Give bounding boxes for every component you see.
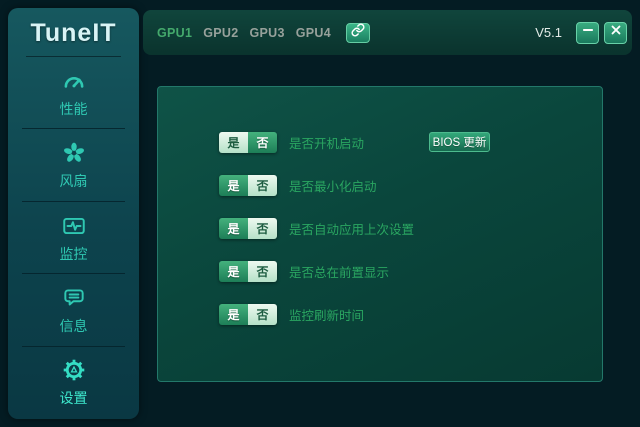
sidebar-item-settings[interactable]: 设置 [8,347,139,419]
gpu-link-button[interactable] [346,22,370,43]
toggle-yes-button[interactable]: 是 [219,175,248,196]
setting-label: 是否自动应用上次设置 [289,223,415,237]
setting-label: 监控刷新时间 [289,309,365,323]
sidebar-item-monitor[interactable]: 监控 [8,202,139,275]
minimize-button[interactable] [576,21,599,44]
toggle-no-button[interactable]: 否 [248,304,277,325]
apply-last-settings-toggle[interactable]: 是 否 [219,218,277,239]
sidebar-item-label: 监控 [59,245,88,262]
toggle-yes-button[interactable]: 是 [219,132,248,153]
autostart-toggle[interactable]: 是 否 [219,132,277,153]
monitor-icon [61,213,87,239]
sidebar-item-label: 信息 [59,317,88,334]
tab-gpu4[interactable]: GPU4 [296,26,331,40]
tab-gpu3[interactable]: GPU3 [250,26,285,40]
toggle-yes-button[interactable]: 是 [219,304,248,325]
toggle-no-button[interactable]: 否 [248,261,277,282]
minimize-icon [581,23,595,42]
version-label: V5.1 [535,25,562,40]
setting-label: 是否开机启动 [289,137,365,151]
setting-row-apply-last-settings: 是 否 是否自动应用上次设置 [158,218,602,239]
setting-label: 是否总在前置显示 [289,266,390,280]
sidebar-item-performance[interactable]: 性能 [8,57,139,130]
start-minimized-toggle[interactable]: 是 否 [219,175,277,196]
sidebar-item-info[interactable]: 信息 [8,274,139,348]
link-icon [351,23,365,42]
setting-row-monitor-refresh: 是 否 监控刷新时间 [158,304,602,325]
setting-row-autostart: 是 否 是否开机启动 BIOS 更新 [158,132,602,153]
sidebar: TuneIT 性能 风扇 监控 信息 设置 [8,8,139,419]
gauge-icon [61,68,87,94]
sidebar-item-label: 性能 [59,100,88,117]
monitor-refresh-toggle[interactable]: 是 否 [219,304,277,325]
toggle-yes-button[interactable]: 是 [219,218,248,239]
close-button[interactable] [604,21,627,44]
setting-label: 是否最小化启动 [289,180,377,194]
title-bar: GPU1 GPU2 GPU3 GPU4 V5.1 [143,10,632,55]
app-logo: TuneIT [30,18,117,47]
settings-panel: 是 否 是否开机启动 BIOS 更新 是 否 是否最小化启动 是 否 是否自动应… [157,86,603,382]
message-icon [61,285,87,311]
always-on-top-toggle[interactable]: 是 否 [219,261,277,282]
sidebar-item-label: 风扇 [59,173,88,190]
setting-row-always-on-top: 是 否 是否总在前置显示 [158,261,602,282]
toggle-no-button[interactable]: 否 [248,175,277,196]
gear-icon [61,357,87,383]
bios-update-button[interactable]: BIOS 更新 [429,132,490,152]
toggle-no-button[interactable]: 否 [248,218,277,239]
close-icon [609,23,623,42]
toggle-yes-button[interactable]: 是 [219,261,248,282]
fan-icon [61,140,87,166]
sidebar-item-fan[interactable]: 风扇 [8,129,139,203]
setting-row-start-minimized: 是 否 是否最小化启动 [158,175,602,196]
sidebar-item-label: 设置 [59,390,88,407]
toggle-no-button[interactable]: 否 [248,132,277,153]
tab-gpu1[interactable]: GPU1 [157,26,192,40]
tab-gpu2[interactable]: GPU2 [203,26,238,40]
